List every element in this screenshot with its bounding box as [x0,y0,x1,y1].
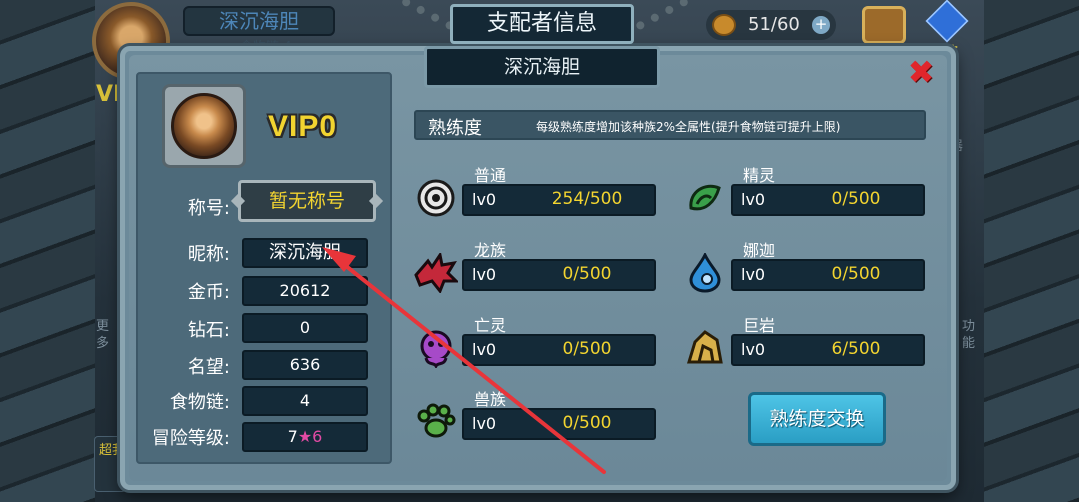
race-row-naga: 娜迦 lv0 0/500 [683,237,933,301]
race-value: 0/500 [562,339,612,359]
vip-level: VIP0 [268,110,338,143]
race-name: 精灵 [743,166,776,185]
water-drop-icon [683,251,727,295]
food-chain-value: 4 [242,386,368,416]
race-value: 0/500 [831,264,881,284]
dragon-icon [414,251,458,295]
player-name: 深沉海胆 [183,6,335,36]
star-icon: ★6 [297,427,323,446]
race-progress: lv0 0/500 [462,408,656,440]
coin-icon [712,14,736,36]
race-value: 254/500 [551,189,623,209]
race-progress: lv0 254/500 [462,184,656,216]
race-row-dragon: 龙族 lv0 0/500 [414,237,664,301]
title-badge[interactable]: 暂无称号 [238,180,376,222]
paw-icon [414,400,458,444]
dialog-title: 支配者信息 [450,4,634,44]
gold-label: 金币: [187,282,230,303]
vip-peek: VI [96,82,122,107]
race-value: 0/500 [562,264,612,284]
race-progress: lv0 6/500 [731,334,925,366]
race-level: lv0 [472,414,497,433]
nickname-value: 深沉海胆 [242,238,368,268]
energy-counter: 51/60 + [706,10,836,40]
race-name: 兽族 [474,390,507,409]
fame-label: 名望: [187,357,230,378]
race-level: lv0 [472,190,497,209]
more-label[interactable]: 更多 [96,318,112,352]
adventure-level-value: 7★6 [242,422,368,452]
race-value: 0/500 [831,189,881,209]
food-chain-label: 食物链: [169,392,230,413]
chest-icon[interactable] [862,6,906,44]
race-name: 亡灵 [474,316,507,335]
rock-icon [683,326,727,370]
profile-panel: VIP0 称号: 暂无称号 昵称: 深沉海胆 金币: 20612 钻石: 0 名… [136,72,392,464]
fame-value: 636 [242,350,368,380]
race-row-rock: 巨岩 lv0 6/500 [683,312,933,376]
nickname-label: 昵称: [187,244,230,265]
race-row-undead: 亡灵 lv0 0/500 [414,312,664,376]
race-value: 0/500 [562,413,612,433]
race-level: lv0 [472,265,497,284]
race-level: lv0 [741,340,766,359]
dialog-subtitle: 深沉海胆 [424,46,660,88]
race-name: 巨岩 [743,316,776,335]
energy-value: 51/60 [748,14,800,35]
race-progress: lv0 0/500 [462,259,656,291]
proficiency-header: 熟练度 每级熟练度增加该种族2%全属性(提升食物链可提升上限) [414,110,926,140]
stone-wall-right [984,0,1079,502]
ghost-icon [414,326,458,370]
leaf-swirl-icon [683,176,727,220]
proficiency-title: 熟练度 [428,118,482,139]
race-name: 普通 [474,166,507,185]
race-row-normal: 普通 lv0 254/500 [414,162,664,226]
target-icon [414,176,458,220]
race-progress: lv0 0/500 [731,184,925,216]
race-value: 6/500 [831,339,881,359]
race-name: 娜迦 [743,241,776,260]
diamond-value: 0 [242,313,368,343]
race-row-beast: 兽族 lv0 0/500 [414,386,664,450]
proficiency-description: 每级熟练度增加该种族2%全属性(提升食物链可提升上限) [536,120,841,134]
race-level: lv0 [741,265,766,284]
race-progress: lv0 0/500 [731,259,925,291]
proficiency-exchange-button[interactable]: 熟练度交换 [748,392,886,446]
race-name: 龙族 [474,241,507,260]
plus-icon[interactable]: + [812,16,830,34]
race-progress: lv0 0/500 [462,334,656,366]
race-row-elf: 精灵 lv0 0/500 [683,162,933,226]
adventure-level-number: 7 [287,427,298,446]
stone-wall-left [0,0,95,502]
title-label: 称号: [187,198,230,219]
portrait-frame [162,84,246,168]
close-button[interactable]: ✖ [906,56,936,88]
race-level: lv0 [472,340,497,359]
function-label[interactable]: 功能 [962,318,978,352]
diamond-label: 钻石: [187,320,230,341]
race-level: lv0 [741,190,766,209]
adventure-level-label: 冒险等级: [151,428,230,449]
gold-value: 20612 [242,276,368,306]
skull-avatar-icon[interactable] [171,93,237,159]
